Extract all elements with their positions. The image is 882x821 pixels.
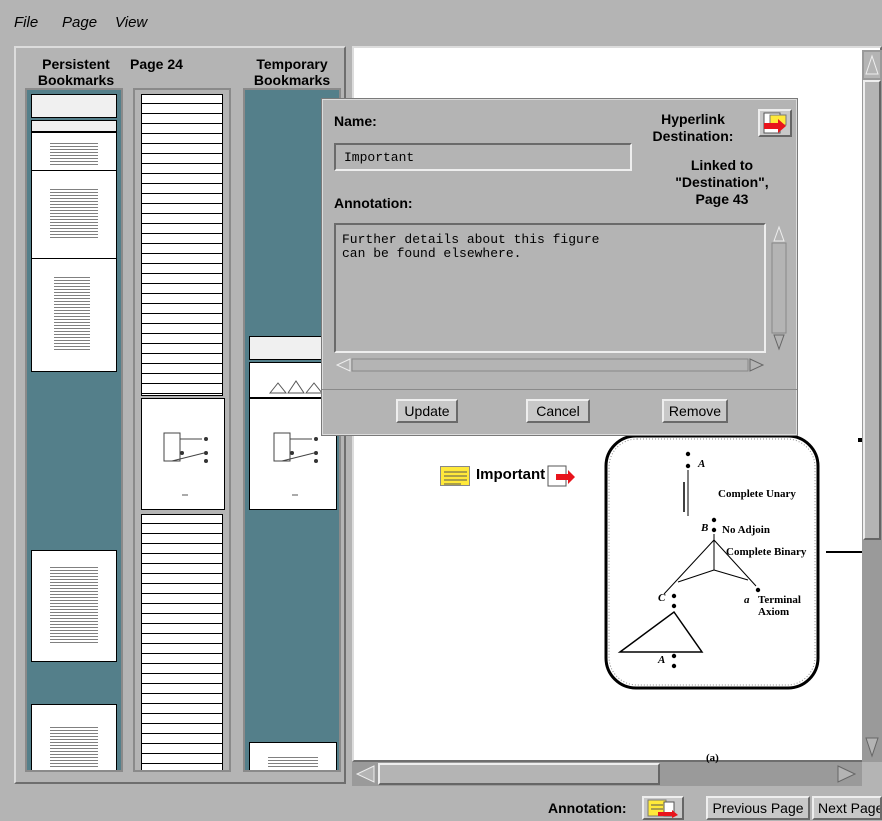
figure-label: Complete Unary xyxy=(718,488,796,500)
bottom-bar: Annotation: Previous Page Next Page xyxy=(0,790,882,821)
temporary-thumb[interactable] xyxy=(249,742,337,770)
figure-label: Terminal Axiom xyxy=(758,594,801,618)
annotation-horizontal-scrollbar[interactable] xyxy=(334,357,766,373)
figure-label: Complete Binary xyxy=(726,546,807,558)
annotation-status-label: Annotation: xyxy=(548,800,627,816)
previous-page-button[interactable]: Previous Page xyxy=(706,796,810,820)
bookmark-marker[interactable]: Important xyxy=(440,464,578,488)
annotation-icon xyxy=(647,799,678,818)
menu-page[interactable]: Page xyxy=(62,14,97,31)
horizontal-scrollbar[interactable] xyxy=(352,762,862,786)
update-button[interactable]: Update xyxy=(396,399,458,423)
persistent-thumb[interactable] xyxy=(31,170,117,260)
persistent-thumb[interactable] xyxy=(31,94,117,118)
annotation-button[interactable] xyxy=(642,796,684,820)
persistent-thumb[interactable] xyxy=(31,120,117,132)
menu-view[interactable]: View xyxy=(115,14,147,31)
page-thumbnail-current[interactable] xyxy=(141,398,225,510)
page-thumbnail-stack[interactable] xyxy=(141,514,223,770)
annotation-dialog: Name: Important Hyperlink Destination: L… xyxy=(321,98,798,436)
persistent-bookmarks-strip[interactable] xyxy=(25,88,123,772)
link-icon[interactable] xyxy=(546,464,576,488)
figure-label: A xyxy=(698,458,706,470)
vertical-scroll-thumb[interactable] xyxy=(863,80,881,540)
name-label: Name: xyxy=(334,113,377,129)
figure-label: a xyxy=(744,594,750,606)
cancel-button[interactable]: Cancel xyxy=(526,399,590,423)
bookmark-label: Important xyxy=(476,466,546,483)
figure-dot xyxy=(858,438,862,442)
arrow-left-icon[interactable] xyxy=(354,764,378,784)
menu-file[interactable]: File xyxy=(14,14,38,31)
arrow-down-icon[interactable] xyxy=(864,734,880,760)
horizontal-scroll-thumb[interactable] xyxy=(378,763,660,785)
vertical-scrollbar[interactable] xyxy=(862,50,882,762)
figure-thumbnail xyxy=(163,432,208,496)
figure-label: No Adjoin xyxy=(722,524,770,536)
remove-button[interactable]: Remove xyxy=(662,399,728,423)
diagram-figure: A Complete Unary B No Adjoin Complete Bi… xyxy=(598,430,826,764)
hyperlink-destination-button[interactable] xyxy=(758,109,792,137)
figure-label: A xyxy=(658,654,666,666)
linked-to-text: Linked to "Destination", Page 43 xyxy=(675,157,769,207)
annotation-text: Further details about this figure can be… xyxy=(342,232,600,261)
annotation-label: Annotation: xyxy=(334,195,413,211)
figure-connector xyxy=(826,551,862,553)
annotation-textarea[interactable]: Further details about this figure can be… xyxy=(334,223,766,353)
persistent-thumb[interactable] xyxy=(31,704,117,770)
persistent-thumb[interactable] xyxy=(31,550,117,662)
annotation-icon[interactable] xyxy=(440,466,470,486)
persistent-bookmarks-label: Persistent Bookmarks xyxy=(37,56,115,88)
hyperlink-destination-label: Hyperlink Destination: xyxy=(652,111,734,144)
arrow-right-icon[interactable] xyxy=(834,764,858,784)
persistent-thumb[interactable] xyxy=(31,132,117,172)
figure-caption: (a) xyxy=(706,752,719,764)
page-strip[interactable] xyxy=(133,88,231,772)
next-page-button[interactable]: Next Page xyxy=(812,796,882,820)
name-field[interactable]: Important xyxy=(334,143,632,171)
figure-label: C xyxy=(658,592,666,604)
dialog-divider xyxy=(322,389,797,390)
menu-bar: File Page View xyxy=(0,0,882,40)
arrow-up-icon[interactable] xyxy=(864,52,880,78)
temporary-bookmarks-label: Temporary Bookmarks xyxy=(253,56,331,88)
name-value: Important xyxy=(344,150,415,165)
page-thumbnail-stack[interactable] xyxy=(141,94,223,396)
annotation-vertical-scrollbar[interactable] xyxy=(770,223,788,353)
figure-label: B xyxy=(701,522,709,534)
page-column-label: Page 24 xyxy=(130,56,183,72)
persistent-thumb[interactable] xyxy=(31,258,117,372)
link-icon xyxy=(763,112,787,134)
